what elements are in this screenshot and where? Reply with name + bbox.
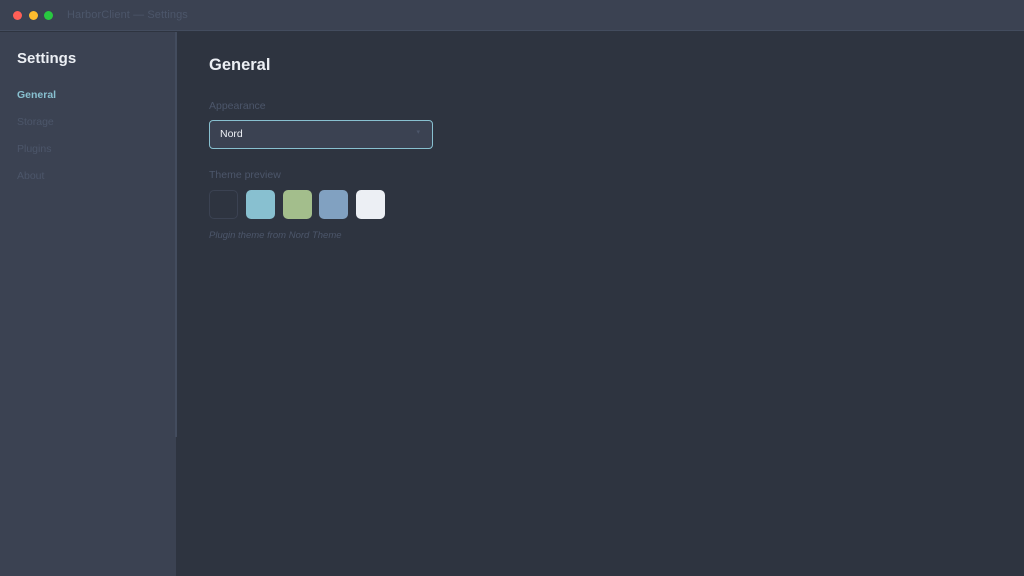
swatch-frost-cyan <box>246 190 275 219</box>
theme-source-hint: Plugin theme from Nord Theme <box>209 230 342 241</box>
close-window-button[interactable] <box>13 11 22 20</box>
page-title: General <box>209 56 271 74</box>
window-title: HarborClient — Settings <box>67 9 188 21</box>
maximize-window-button[interactable] <box>44 11 53 20</box>
sidebar-item-general[interactable]: General <box>0 87 176 114</box>
sidebar-nav: General Storage Plugins About <box>0 87 176 195</box>
swatch-polar-night <box>209 190 238 219</box>
sidebar-item-storage[interactable]: Storage <box>0 114 176 141</box>
sidebar: Settings General Storage Plugins About <box>0 32 176 576</box>
title-bar[interactable]: HarborClient — Settings <box>0 0 1024 31</box>
swatch-aurora-green <box>283 190 312 219</box>
sidebar-item-about[interactable]: About <box>0 168 176 195</box>
appearance-select[interactable]: Nord ▾ <box>209 120 433 149</box>
main-content: General Appearance Nord ▾ Theme preview … <box>177 32 1024 576</box>
swatch-snow-storm <box>356 190 385 219</box>
appearance-label: Appearance <box>209 100 266 112</box>
sidebar-item-plugins[interactable]: Plugins <box>0 141 176 168</box>
app-window: HarborClient — Settings Settings General… <box>0 0 1024 576</box>
appearance-select-value: Nord <box>220 128 243 140</box>
theme-preview-label: Theme preview <box>209 169 281 181</box>
sidebar-heading: Settings <box>17 50 77 67</box>
chevron-down-icon: ▾ <box>416 129 420 136</box>
minimize-window-button[interactable] <box>29 11 38 20</box>
swatch-frost-blue <box>319 190 348 219</box>
